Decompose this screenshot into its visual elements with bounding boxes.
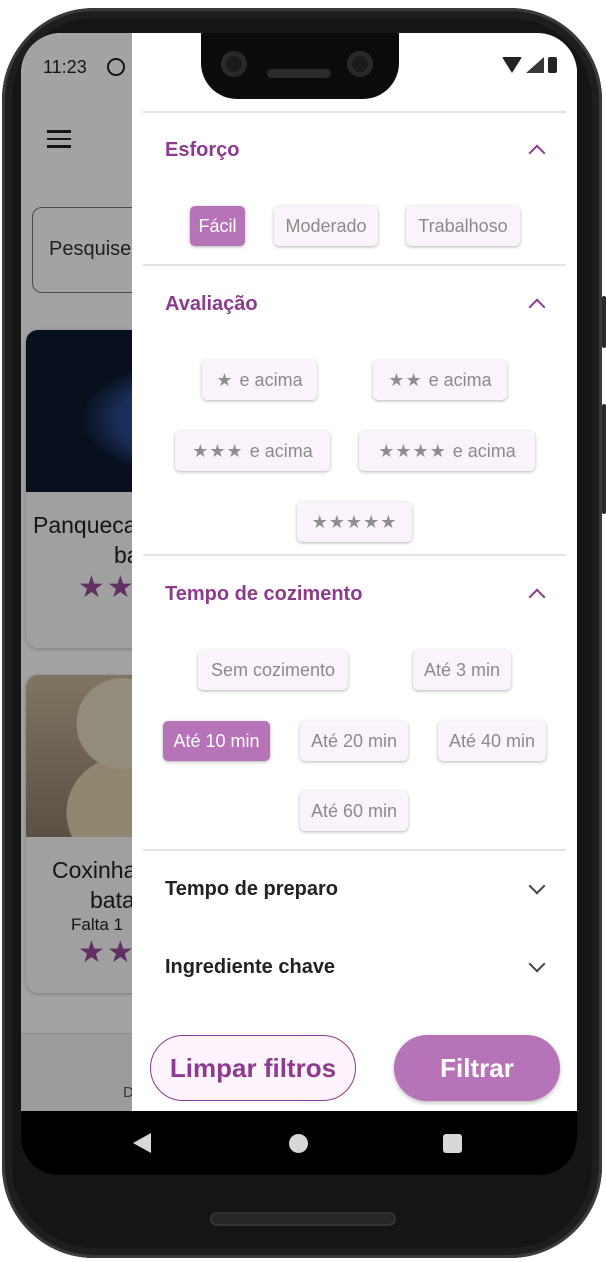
chip-effort-hard[interactable]: Trabalhoso — [406, 206, 520, 246]
divider — [143, 111, 566, 113]
chip-rating-2[interactable]: ★★ e acima — [373, 360, 507, 400]
chip-effort-easy[interactable]: Fácil — [190, 206, 245, 246]
home-icon[interactable] — [289, 1134, 308, 1153]
chip-cook-3min[interactable]: Até 3 min — [413, 650, 511, 690]
filter-button[interactable]: Filtrar — [394, 1035, 560, 1101]
chevron-up-icon — [528, 144, 546, 162]
star-icons: ★★ — [388, 369, 423, 390]
front-camera-icon — [221, 51, 247, 77]
section-title: Avaliação — [165, 292, 258, 315]
chip-rating-1[interactable]: ★ e acima — [202, 360, 317, 400]
chip-cook-none[interactable]: Sem cozimento — [198, 650, 348, 690]
system-navigation-bar — [21, 1111, 577, 1175]
recent-apps-icon[interactable] — [443, 1134, 462, 1153]
power-button — [602, 296, 606, 348]
earpiece — [267, 69, 331, 78]
chevron-up-icon — [528, 588, 546, 606]
section-title: Esforço — [165, 138, 240, 161]
section-key-ingredient-header[interactable]: Ingrediente chave — [165, 947, 547, 987]
section-effort-header[interactable]: Esforço — [165, 130, 547, 170]
phone-frame: 11:23 Pesquise Panqueca ba ★★ Coxinha bata… — [0, 0, 606, 1262]
star-icons: ★★★★ — [378, 440, 447, 461]
chip-cook-60min[interactable]: Até 60 min — [300, 791, 408, 831]
battery-icon — [548, 57, 557, 73]
chevron-down-icon — [528, 877, 546, 895]
section-prep-time-header[interactable]: Tempo de preparo — [165, 869, 547, 909]
filter-drawer: Esforço Fácil Moderado Trabalhoso Avalia… — [132, 33, 577, 1111]
camera-notch — [201, 33, 399, 99]
wifi-icon — [502, 57, 522, 73]
status-icons — [502, 57, 557, 73]
section-rating-header[interactable]: Avaliação — [165, 284, 547, 324]
chip-cook-20min[interactable]: Até 20 min — [300, 721, 408, 761]
chevron-up-icon — [528, 298, 546, 316]
chevron-down-icon — [528, 955, 546, 973]
chip-rating-4[interactable]: ★★★★ e acima — [359, 431, 535, 471]
section-title: Tempo de cozimento — [165, 582, 363, 605]
bottom-speaker — [210, 1212, 396, 1226]
chip-cook-40min[interactable]: Até 40 min — [438, 721, 546, 761]
chip-cook-10min[interactable]: Até 10 min — [163, 721, 270, 761]
section-title: Tempo de preparo — [165, 877, 338, 900]
divider — [143, 554, 566, 556]
star-icons: ★★★ — [192, 440, 244, 461]
back-icon[interactable] — [133, 1133, 151, 1153]
chip-rating-5[interactable]: ★★★★★ — [297, 502, 412, 542]
star-icons: ★★★★★ — [311, 511, 398, 532]
divider — [143, 849, 566, 851]
divider — [143, 264, 566, 266]
clear-filters-button[interactable]: Limpar filtros — [150, 1035, 356, 1101]
volume-button — [602, 404, 606, 514]
star-icons: ★ — [216, 369, 234, 390]
section-title: Ingrediente chave — [165, 955, 336, 978]
chip-effort-moderate[interactable]: Moderado — [274, 206, 378, 246]
screen: 11:23 Pesquise Panqueca ba ★★ Coxinha bata… — [21, 33, 577, 1111]
chip-rating-3[interactable]: ★★★ e acima — [175, 431, 330, 471]
front-camera-icon — [347, 51, 373, 77]
signal-icon — [526, 57, 544, 73]
section-cook-time-header[interactable]: Tempo de cozimento — [165, 574, 547, 614]
